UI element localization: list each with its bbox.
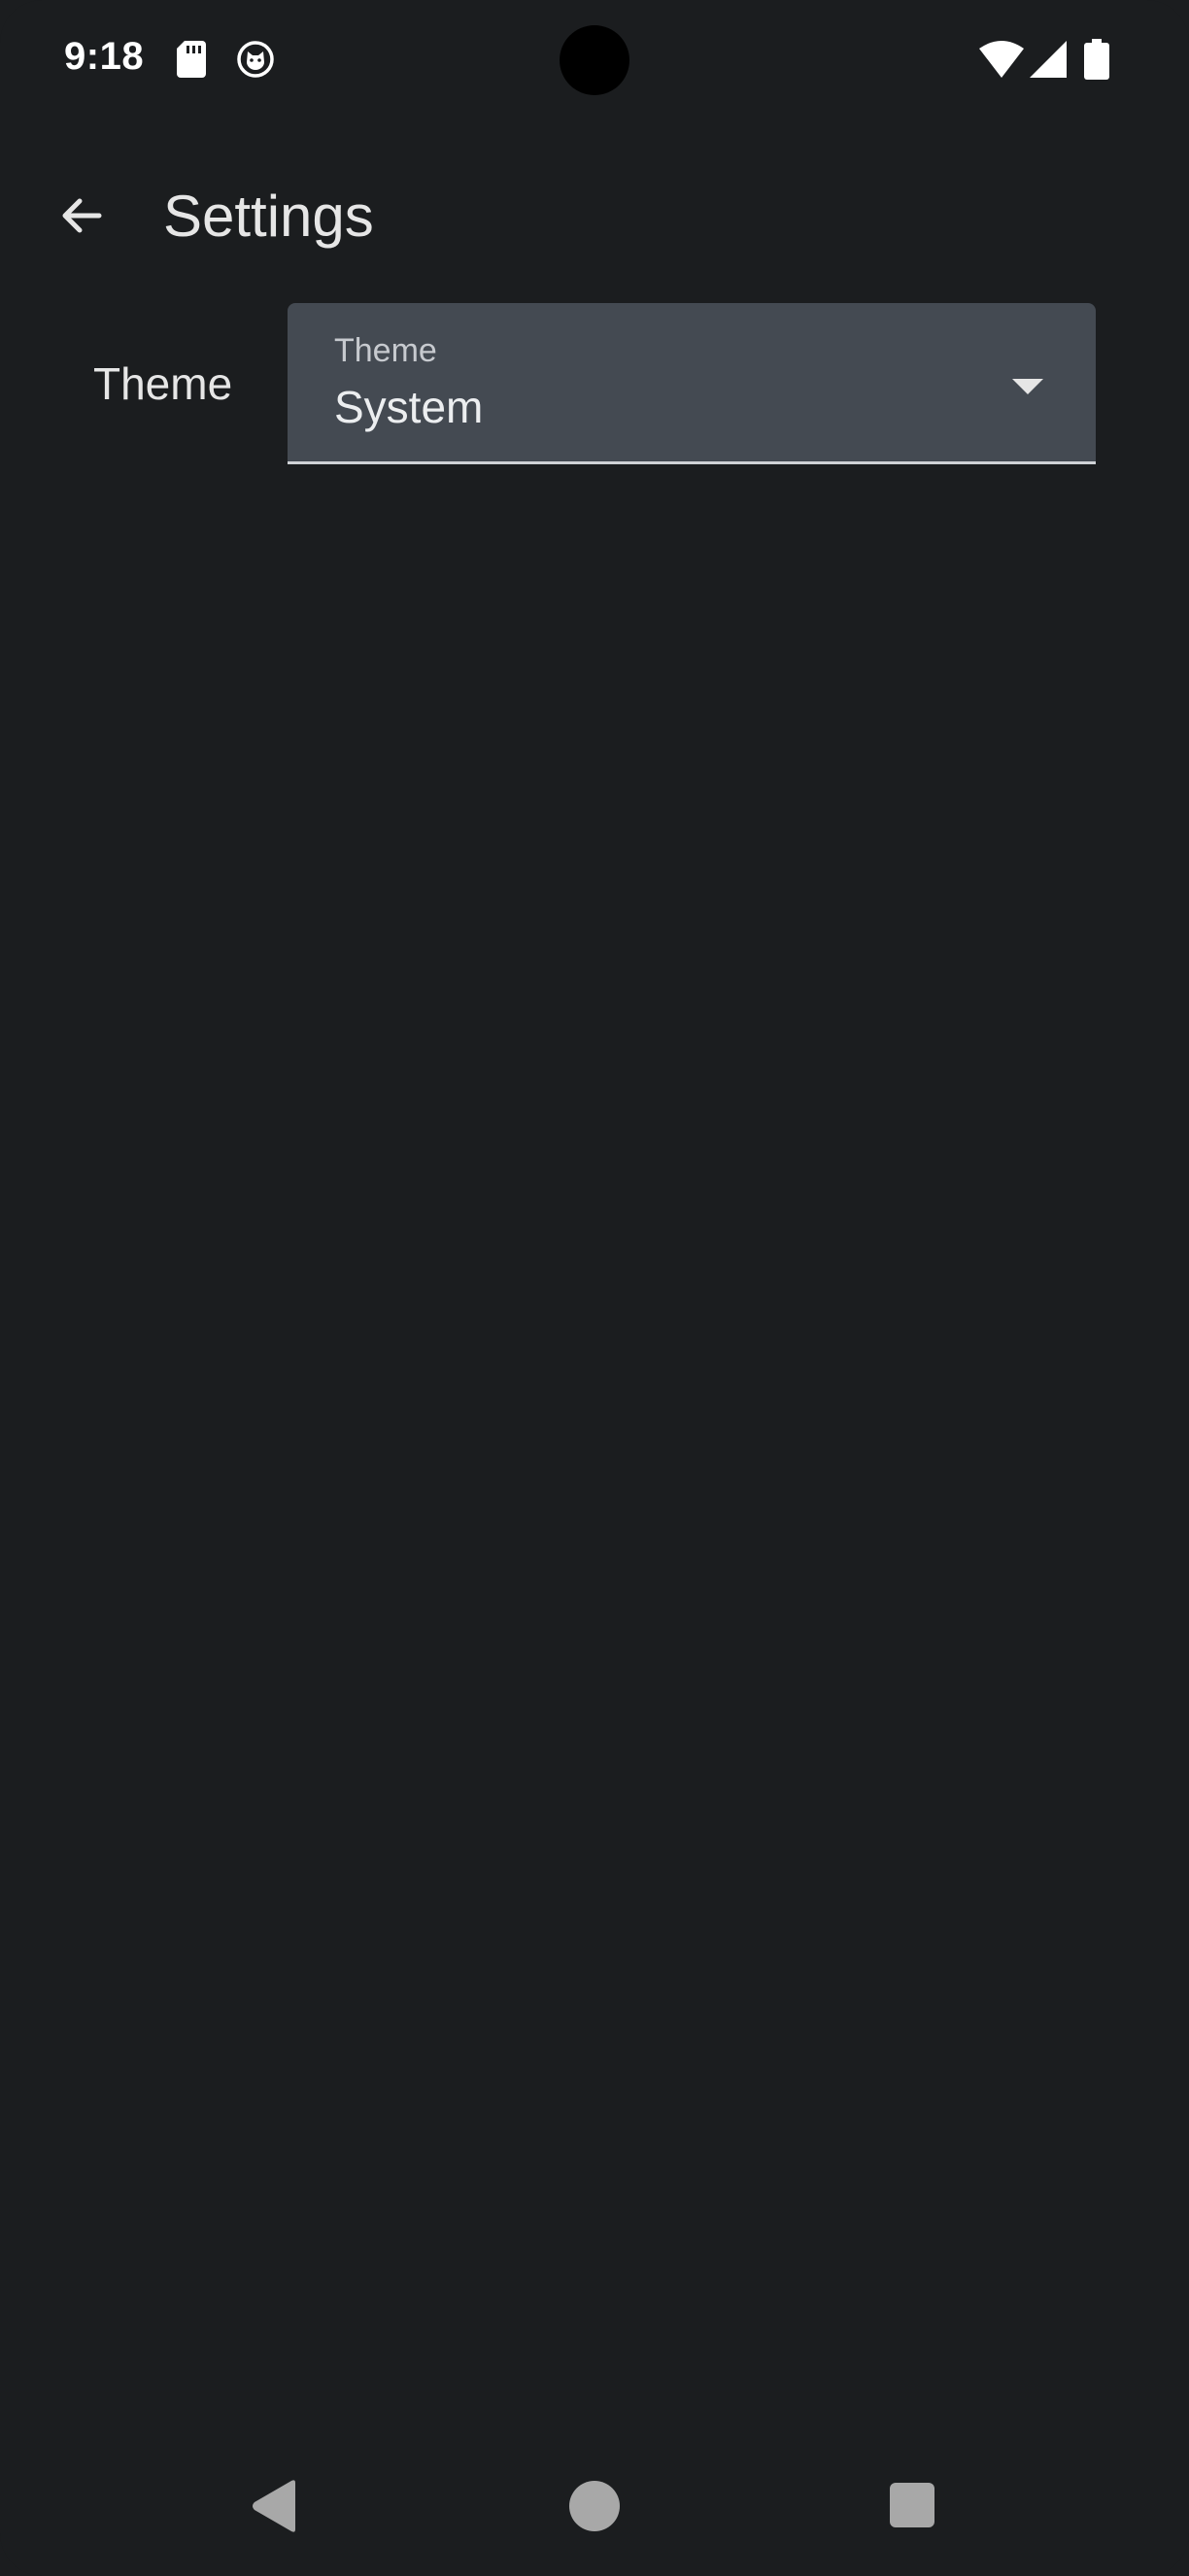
theme-dropdown-value: System — [334, 382, 484, 432]
status-bar: 9:18 — [0, 0, 1189, 117]
settings-screen: 9:18 Settings Theme Theme System — [0, 0, 1189, 2576]
dropdown-arrow-icon — [1012, 379, 1043, 396]
wifi-icon — [979, 41, 1024, 78]
sd-card-icon — [177, 41, 206, 78]
cell-signal-icon — [1030, 41, 1067, 78]
theme-dropdown[interactable]: Theme System — [288, 303, 1096, 464]
arrow-back-icon — [62, 198, 102, 233]
system-nav-bar — [0, 2448, 1189, 2564]
nav-recents-icon[interactable] — [890, 2483, 934, 2527]
nav-home-icon[interactable] — [569, 2481, 620, 2531]
camera-cutout — [560, 25, 629, 95]
theme-dropdown-label: Theme — [334, 332, 437, 369]
nav-back-icon[interactable] — [249, 2479, 299, 2533]
status-time: 9:18 — [64, 35, 145, 78]
app-bar: Settings — [0, 155, 1189, 272]
battery-icon — [1084, 39, 1109, 80]
back-button[interactable] — [41, 175, 122, 256]
page-title: Settings — [163, 184, 374, 249]
cat-notification-icon — [237, 41, 274, 78]
theme-setting-row: Theme Theme System — [0, 303, 1189, 468]
theme-row-label: Theme — [93, 358, 233, 409]
